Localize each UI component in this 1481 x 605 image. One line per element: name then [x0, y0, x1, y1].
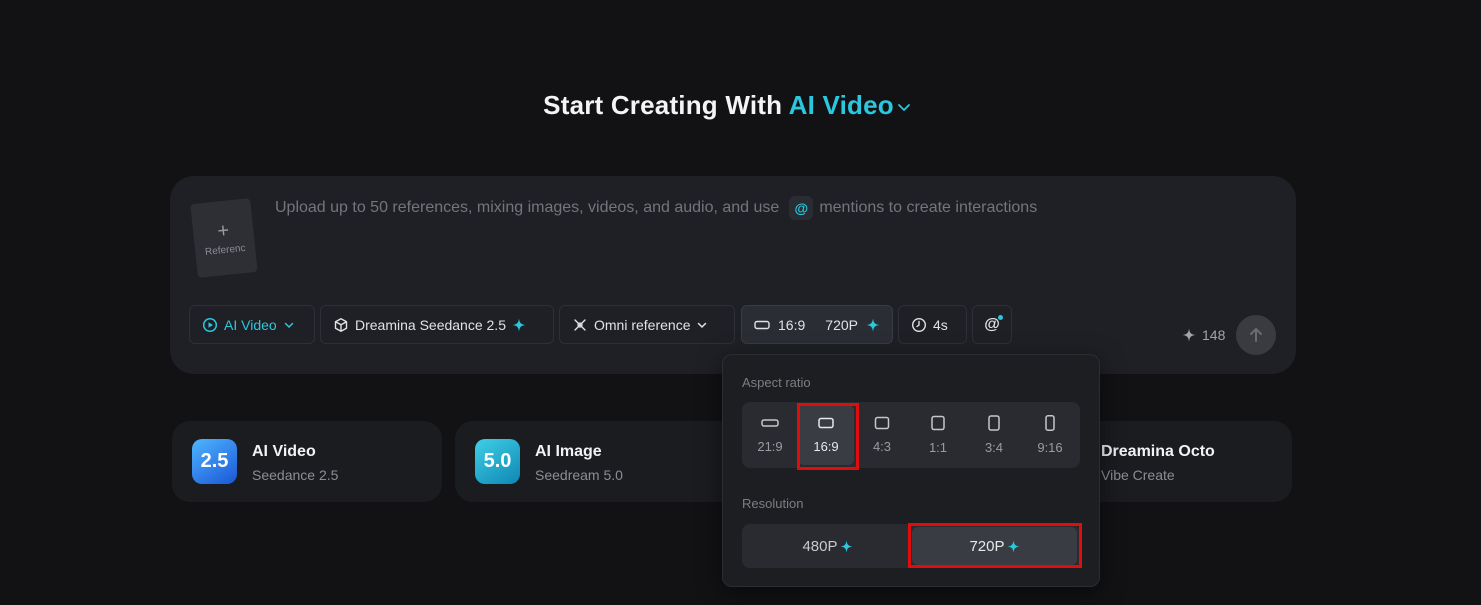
aspect-option-label: 4:3 — [872, 439, 892, 454]
duration-value: 4s — [933, 316, 948, 333]
credits-value: 148 — [1202, 327, 1226, 343]
aspect-resolution-popover: Aspect ratio 21:9 16:9 4:3 1:1 3:4 9:16 … — [722, 354, 1100, 587]
resolution-value: 720P — [825, 316, 858, 333]
chevron-down-icon — [897, 104, 910, 112]
seedream-logo-icon: 5.0 — [475, 439, 520, 484]
resolution-option-label: 480P — [802, 537, 838, 555]
aspect-value: 16:9 — [778, 316, 806, 333]
resolution-option-label: 720P — [969, 537, 1005, 555]
page-title: Start Creating With AI Video — [0, 90, 1455, 121]
resolution-option-480p[interactable]: 480P — [745, 527, 910, 565]
aspect-resolution-button[interactable]: 16:9 720P — [741, 305, 893, 344]
aspect-option-label: 1:1 — [928, 440, 948, 455]
app-subtitle: Vibe Create — [1101, 467, 1175, 483]
placeholder-before: Upload up to 50 references, mixing image… — [275, 199, 780, 216]
mode-switch[interactable]: AI Video — [789, 90, 912, 120]
cube-icon — [334, 317, 348, 332]
model-label: Dreamina Seedance 2.5 — [355, 316, 506, 333]
chevron-down-icon — [284, 322, 293, 328]
prompt-composer: + Referenc Upload up to 50 references, m… — [170, 176, 1296, 374]
aspect-option-label: 3:4 — [984, 440, 1004, 455]
aspect-option-4-3[interactable]: 4:3 — [854, 405, 910, 465]
aspect-ratio-label: Aspect ratio — [742, 375, 811, 390]
app-title: Dreamina Octo — [1101, 443, 1215, 460]
aspect-option-9-16[interactable]: 9:16 — [1022, 405, 1078, 465]
aspect-option-label: 16:9 — [813, 439, 839, 454]
at-mention-chip: @ — [789, 196, 814, 220]
reference-tile-label: Referenc — [204, 242, 246, 258]
sparkle-icon — [1006, 539, 1020, 553]
sparkle-icon — [839, 539, 853, 553]
arrow-up-icon — [1250, 328, 1262, 342]
aspect-option-label: 9:16 — [1037, 440, 1063, 455]
aspect-ratio-icon — [754, 320, 770, 329]
resolution-label: Resolution — [742, 496, 804, 511]
mode-dropdown[interactable]: AI Video — [189, 305, 315, 344]
model-dropdown[interactable]: Dreamina Seedance 2.5 — [320, 305, 554, 344]
resolution-option-720p[interactable]: 720P — [912, 527, 1077, 565]
reference-mode-dropdown[interactable]: Omni reference — [559, 305, 735, 344]
chevron-down-icon — [698, 322, 707, 328]
aspect-option-16-9[interactable]: 16:9 — [798, 405, 854, 465]
video-sparkle-icon — [202, 317, 218, 332]
aspect-21-9-icon — [761, 419, 779, 427]
aspect-3-4-icon — [988, 415, 1000, 431]
aspect-option-3-4[interactable]: 3:4 — [966, 405, 1022, 465]
clock-icon — [911, 317, 927, 332]
app-subtitle: Seedance 2.5 — [252, 467, 339, 483]
mode-label: AI Video — [224, 316, 277, 333]
reference-mode-label: Omni reference — [594, 316, 691, 333]
send-button[interactable] — [1236, 315, 1276, 355]
title-accent: AI Video — [788, 90, 894, 120]
plus-icon: + — [216, 218, 231, 243]
aspect-16-9-icon — [818, 417, 834, 429]
add-reference-button[interactable]: + Referenc — [190, 198, 258, 278]
resolution-selector: 480P 720P — [742, 524, 1080, 568]
app-card-ai-image[interactable]: 5.0 AI Image Seedream 5.0 — [455, 421, 755, 502]
mention-button[interactable]: @ — [972, 305, 1012, 344]
app-title: AI Video — [252, 443, 316, 460]
aspect-9-16-icon — [1045, 415, 1055, 431]
sparkle-icon — [512, 318, 526, 331]
aspect-option-1-1[interactable]: 1:1 — [910, 405, 966, 465]
placeholder-after: mentions to create interactions — [819, 199, 1038, 216]
seedance-logo-icon: 2.5 — [192, 439, 237, 484]
title-prefix: Start Creating With — [543, 90, 783, 120]
app-subtitle: Seedream 5.0 — [535, 467, 623, 483]
app-card-dreamina-octo[interactable]: Dreamina Octo Vibe Create — [1070, 421, 1292, 502]
aspect-option-21-9[interactable]: 21:9 — [742, 405, 798, 465]
aspect-1-1-icon — [931, 415, 945, 431]
aspect-ratio-selector: 21:9 16:9 4:3 1:1 3:4 9:16 — [742, 402, 1080, 468]
aspect-option-label: 21:9 — [757, 439, 783, 454]
sparkle-icon — [1182, 328, 1196, 342]
omni-reference-icon — [574, 318, 586, 331]
credits-counter: 148 — [1182, 327, 1225, 343]
prompt-input[interactable]: Upload up to 50 references, mixing image… — [275, 196, 1037, 220]
aspect-4-3-icon — [874, 416, 890, 430]
notification-dot-icon — [998, 315, 1003, 320]
app-card-ai-video[interactable]: 2.5 AI Video Seedance 2.5 — [172, 421, 442, 502]
page: Start Creating With AI Video + Referenc … — [0, 0, 1481, 605]
duration-button[interactable]: 4s — [898, 305, 967, 344]
sparkle-icon — [866, 318, 880, 331]
app-title: AI Image — [535, 443, 602, 460]
